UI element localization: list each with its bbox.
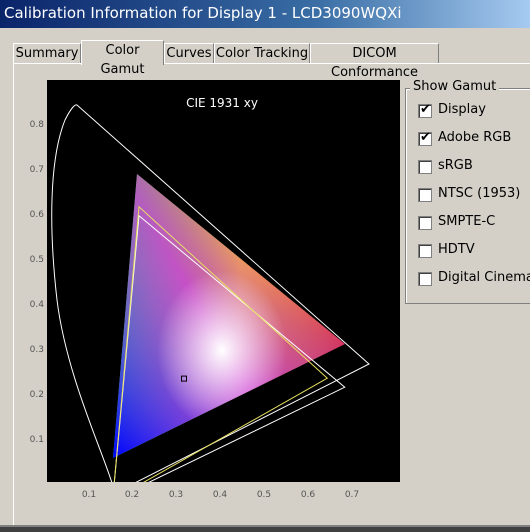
tab-strip: Summary Color Gamut Curves Color Trackin…: [0, 40, 530, 80]
checkbox[interactable]: [418, 160, 432, 174]
checkbox[interactable]: [418, 272, 432, 286]
checkbox[interactable]: [418, 244, 432, 258]
checkbox-label: sRGB: [438, 158, 473, 173]
chart-svg: CIE 1931 xy: [51, 96, 370, 501]
tab-color-gamut[interactable]: Color Gamut: [81, 40, 164, 77]
x-tick-label: 0.4: [212, 490, 228, 500]
tab-dicom-conformance[interactable]: DICOM Conformance: [310, 43, 439, 80]
window-title: Calibration Information for Display 1 - …: [4, 4, 402, 22]
checkbox-label: SMPTE-C: [438, 214, 496, 229]
cie-chart: CIE 1931 xy: [47, 80, 400, 501]
x-tick-label: 0.6: [300, 490, 316, 500]
check-icon: ✔: [420, 130, 431, 145]
y-tick-label: 0.1: [29, 435, 44, 445]
checkbox-label: Digital Cinema: [438, 270, 530, 285]
y-tick-label: 0.6: [29, 210, 44, 220]
tab-curves-label: Curves: [166, 46, 212, 61]
tab-summary[interactable]: Summary: [13, 43, 81, 63]
window-bottom-edge: [0, 527, 530, 532]
checkbox[interactable]: ✔: [418, 102, 432, 118]
gamut-fill: [113, 174, 345, 458]
tab-summary-label: Summary: [15, 46, 79, 61]
tab-color-gamut-label: Color Gamut: [100, 43, 145, 77]
checkbox-label: Display: [438, 102, 486, 117]
checkbox[interactable]: [418, 188, 432, 202]
x-tick-label: 0.5: [256, 490, 272, 500]
show-gamut-title: Show Gamut: [410, 79, 500, 94]
y-tick-label: 0.3: [29, 345, 44, 355]
check-icon: ✔: [420, 102, 431, 117]
tab-color-tracking[interactable]: Color Tracking: [214, 43, 310, 63]
checkbox-label: NTSC (1953): [438, 186, 521, 201]
x-tick-label: 0.7: [344, 490, 360, 500]
y-tick-label: 0.2: [29, 390, 44, 400]
checkbox-label: Adobe RGB: [438, 130, 512, 145]
checkbox[interactable]: [418, 216, 432, 230]
checkbox-label: HDTV: [438, 242, 475, 257]
y-tick-label: 0.7: [29, 165, 44, 175]
chart-title: CIE 1931 xy: [186, 96, 258, 110]
tab-color-tracking-label: Color Tracking: [215, 46, 309, 61]
x-tick-label: 0.3: [168, 490, 184, 500]
y-tick-label: 0.5: [29, 255, 44, 265]
checkbox[interactable]: ✔: [418, 130, 432, 146]
tab-curves[interactable]: Curves: [164, 43, 214, 63]
y-tick-label: 0.8: [29, 120, 44, 130]
y-tick-label: 0.4: [29, 300, 44, 310]
x-tick-label: 0.2: [124, 490, 140, 500]
title-bar: Calibration Information for Display 1 - …: [0, 0, 530, 28]
x-tick-label: 0.1: [81, 490, 97, 500]
